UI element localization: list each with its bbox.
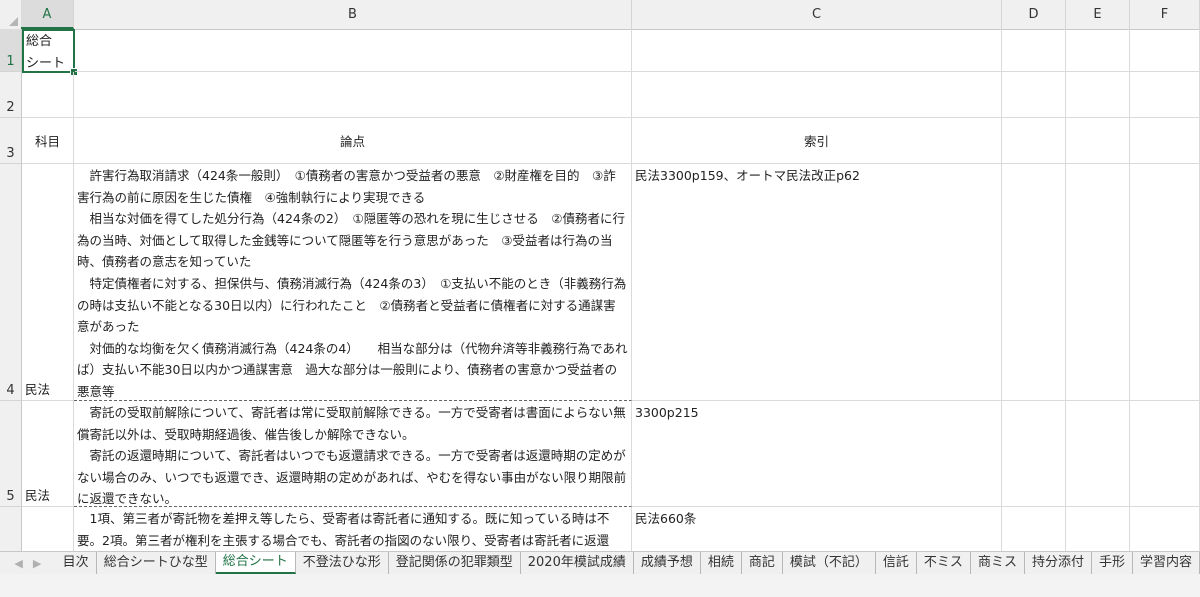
sheet-nav: ◀ ▶ [0,557,56,570]
cell-c4[interactable]: 民法3300p159、オートマ民法改正p62 [632,164,1002,401]
subject-civil-law: 民法 [25,382,51,397]
sheet-tab[interactable]: 模試（不記） [783,552,876,574]
sheet-tab[interactable]: 不ミス [917,552,971,574]
cell-c2[interactable] [632,72,1002,118]
cell-c3[interactable]: 索引 [632,118,1002,164]
sheet-tab[interactable]: 学習内容 [1133,552,1200,574]
cell-b2[interactable] [74,72,632,118]
sheet-tab[interactable]: 目次 [56,552,97,574]
sheet-tab[interactable]: 信託 [876,552,917,574]
cell-d6[interactable] [1002,507,1066,551]
sheet-tab[interactable]: 商記 [742,552,783,574]
sheet-tab[interactable]: 手形 [1092,552,1133,574]
cell-d2[interactable] [1002,72,1066,118]
cell-a4[interactable]: 民法 [22,164,74,401]
sheet-tab[interactable]: 登記関係の犯罪類型 [389,552,521,574]
cell-a6[interactable] [22,507,74,551]
sheet-tab[interactable]: 成績予想 [634,552,701,574]
cell-b3[interactable]: 論点 [74,118,632,164]
select-all-corner[interactable] [0,0,22,30]
row-header-6[interactable] [0,507,22,551]
cell-f5[interactable] [1130,401,1200,507]
column-header-e[interactable]: E [1066,0,1130,29]
cell-f4[interactable] [1130,164,1200,401]
row-header-1[interactable]: 1 [0,29,22,72]
issue-header: 論点 [339,134,365,149]
sheet-tab[interactable]: 持分添付 [1025,552,1092,574]
cell-b1[interactable] [75,29,632,72]
row-header-4[interactable]: 4 [0,164,22,401]
chevron-right-icon[interactable]: ▶ [33,557,41,570]
sheet-tab-active[interactable]: 総合シート [215,552,296,574]
sheet-tab[interactable]: 相続 [701,552,742,574]
cell-d5[interactable] [1002,401,1066,507]
sheet-tab[interactable]: 2020年模試成績 [521,552,634,574]
cell-e6[interactable] [1066,507,1130,551]
cell-f2[interactable] [1130,72,1200,118]
cell-b4[interactable]: 許害行為取消請求（424条一般則） ①債務者の害意かつ受益者の悪意 ②財産権を目… [74,164,632,401]
cell-d3[interactable] [1002,118,1066,164]
sheet-tab-bar: ◀ ▶ 目次 総合シートひな型 総合シート 不登法ひな形 登記関係の犯罪類型 2… [0,551,1200,575]
cell-e5[interactable] [1066,401,1130,507]
row-header-2[interactable]: 2 [0,72,22,118]
column-header-d[interactable]: D [1002,0,1066,29]
cell-f1[interactable] [1130,29,1200,72]
cell-e1[interactable] [1066,29,1130,72]
cell-a1[interactable]: 総合 シート [22,29,75,73]
index-header: 索引 [803,134,829,149]
column-header-f[interactable]: F [1130,0,1200,29]
column-header-c[interactable]: C [632,0,1002,29]
status-bar [0,574,1200,597]
sheet-tab[interactable]: 不登法ひな形 [296,552,389,574]
cell-d4[interactable] [1002,164,1066,401]
row-header-3[interactable]: 3 [0,118,22,164]
cell-e3[interactable] [1066,118,1130,164]
cell-a2[interactable] [22,72,74,118]
cell-c1[interactable] [632,29,1002,72]
cell-d1[interactable] [1002,29,1066,72]
row-header-5[interactable]: 5 [0,401,22,507]
cell-f6[interactable] [1130,507,1200,551]
cell-c6[interactable]: 民法660条 [632,507,1002,551]
sheet-tab[interactable]: 商ミス [971,552,1025,574]
cell-a3[interactable]: 科目 [22,118,74,164]
cell-e2[interactable] [1066,72,1130,118]
cell-a5[interactable]: 民法 [22,401,74,507]
cell-e4[interactable] [1066,164,1130,401]
sheet-tab[interactable]: 総合シートひな型 [97,552,216,574]
cell-f3[interactable] [1130,118,1200,164]
subject-civil-law: 民法 [25,488,51,503]
column-header-a[interactable]: A [21,0,74,29]
column-header-b[interactable]: B [74,0,632,29]
cell-c5[interactable]: 3300p215 [632,401,1002,507]
chevron-left-icon[interactable]: ◀ [14,557,22,570]
subject-header: 科目 [34,134,60,149]
cell-b5[interactable]: 寄託の受取前解除について、寄託者は常に受取前解除できる。一方で受寄者は書面によら… [74,401,632,507]
cell-b6[interactable]: 1項、第三者が寄託物を差押え等したら、受寄者は寄託者に通知する。既に知っている時… [74,507,632,551]
spreadsheet-grid[interactable]: A B C D E F 1 2 3 4 5 総合 シート 科目 論点 索引 民法… [0,0,1200,551]
